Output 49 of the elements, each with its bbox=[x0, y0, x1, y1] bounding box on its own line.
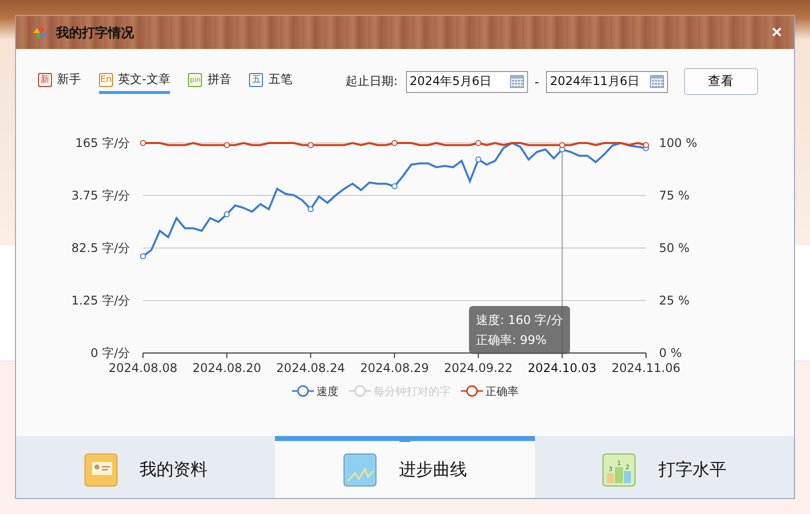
mode-tab[interactable]: En 英文-文章 bbox=[99, 69, 170, 94]
date-range-label: 起止日期: bbox=[346, 73, 398, 90]
mode-tab[interactable]: 五 五笔 bbox=[249, 69, 292, 94]
end-date-field[interactable]: 2024年11月6日 bbox=[546, 70, 668, 92]
start-date-field[interactable]: 2024年5月6日 bbox=[406, 70, 528, 92]
x-axis-label: 2024.08.24 bbox=[276, 361, 346, 375]
point bbox=[308, 206, 314, 212]
x-axis-label: 2024.08.20 bbox=[192, 361, 262, 375]
x-axis-label: 2024.11.06 bbox=[612, 361, 680, 375]
y-axis-label: 50 % bbox=[659, 241, 690, 255]
point bbox=[392, 183, 398, 190]
bottom-tab[interactable]: 我的资料 bbox=[16, 436, 276, 498]
x-axis-label: 2024.08.29 bbox=[360, 361, 429, 375]
legend-item[interactable]: 正确率 bbox=[460, 384, 518, 398]
line-chart-icon bbox=[342, 452, 377, 486]
y-axis-label: 100 % bbox=[659, 136, 698, 150]
mode-label: 拼音 bbox=[207, 71, 232, 88]
mode-tab[interactable]: 新 新手 bbox=[38, 69, 81, 94]
y-axis-label: 75 % bbox=[659, 188, 690, 202]
mode-badge: 新 bbox=[38, 72, 52, 86]
y-axis-label: 25 % bbox=[659, 294, 690, 308]
x-axis-label: 2024.08.08 bbox=[108, 361, 178, 375]
point bbox=[475, 156, 482, 163]
x-axis-label: 2024.10.03 bbox=[528, 361, 597, 375]
calendar-icon[interactable] bbox=[510, 75, 524, 88]
point bbox=[140, 253, 146, 260]
tooltip-text: 正确率: 99% bbox=[476, 332, 548, 349]
mode-badge: 五 bbox=[249, 72, 264, 86]
legend-item[interactable]: 速度 bbox=[292, 384, 338, 398]
x-axis-label: 2024.09.22 bbox=[444, 361, 513, 375]
window-title: 我的打字情况 bbox=[56, 24, 135, 42]
calendar-icon[interactable] bbox=[650, 75, 664, 88]
y-axis-label: 1.25 字/分 bbox=[71, 294, 130, 308]
y-axis-label: 82.5 字/分 bbox=[71, 241, 130, 255]
y-axis-label: 0 字/分 bbox=[90, 346, 130, 360]
y-axis-label: 3.75 字/分 bbox=[71, 188, 130, 202]
y-axis-label: 165 字/分 bbox=[75, 136, 130, 150]
view-button[interactable]: 查看 bbox=[684, 68, 758, 95]
pinwheel-icon bbox=[32, 24, 48, 40]
mode-label: 新手 bbox=[57, 71, 81, 88]
date-separator: - bbox=[534, 74, 539, 88]
tooltip-text: 速度: 160 字/分 bbox=[476, 312, 563, 329]
contact-card-icon bbox=[84, 452, 118, 486]
mode-label: 英文-文章 bbox=[118, 71, 170, 88]
mode-badge: En bbox=[99, 72, 113, 86]
y-axis-label: 0 % bbox=[659, 346, 682, 360]
close-button[interactable]: × bbox=[771, 22, 782, 43]
mode-label: 五笔 bbox=[268, 71, 292, 88]
point bbox=[224, 211, 230, 218]
